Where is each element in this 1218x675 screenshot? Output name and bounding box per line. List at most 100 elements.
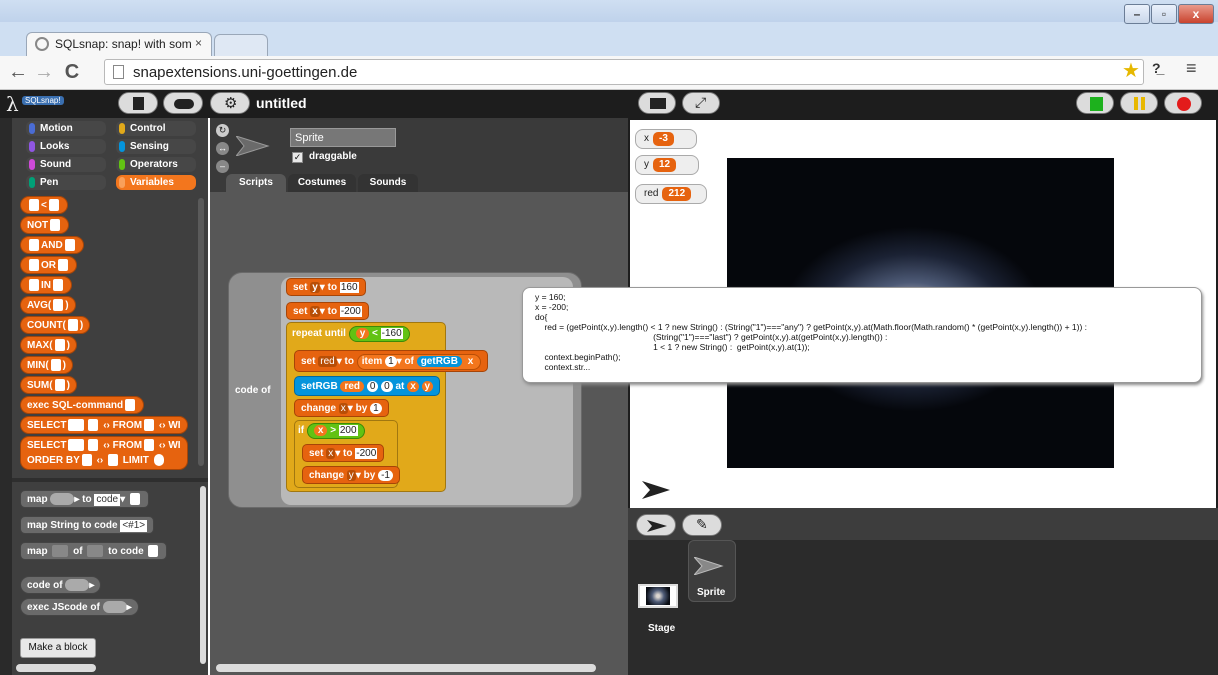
watcher-red[interactable]: red 212: [635, 184, 707, 204]
stage-size-icon: [650, 98, 666, 109]
make-a-block-button[interactable]: Make a block: [20, 638, 96, 658]
palette-block-count[interactable]: COUNT(): [20, 316, 91, 334]
change-x-block[interactable]: change x ▾ by 1: [294, 399, 389, 417]
gear-icon: ⚙: [224, 95, 238, 112]
palette-block-map-string[interactable]: map String to code <#1>: [20, 516, 155, 534]
stage-icon-tile[interactable]: [638, 584, 678, 608]
palette-blocks: < NOT AND OR IN AVG() COUNT() MAX() MIN(…: [12, 192, 208, 482]
palette-block-not[interactable]: NOT: [20, 216, 70, 234]
new-tab-button[interactable]: [214, 34, 268, 56]
watcher-y[interactable]: y 12: [635, 155, 699, 175]
forward-icon[interactable]: →: [32, 60, 56, 84]
extension-icon[interactable]: ?̲: [1152, 60, 1161, 76]
brush-icon: ✎: [696, 516, 708, 532]
palette-lower-scrollbar[interactable]: [200, 486, 206, 664]
lambda-icon: λ: [6, 92, 19, 116]
tab-costumes[interactable]: Costumes: [288, 174, 356, 192]
category-variables[interactable]: Variables: [116, 175, 196, 190]
minimize-button[interactable]: –: [1124, 4, 1150, 24]
stage-tile-label: Stage: [648, 623, 676, 634]
watcher-red-value: 212: [662, 187, 692, 201]
palette-block-max[interactable]: MAX(): [20, 336, 77, 354]
project-menu-button[interactable]: [118, 92, 158, 114]
category-control[interactable]: Control: [116, 121, 196, 136]
palette-block-or[interactable]: OR: [20, 256, 77, 274]
close-button[interactable]: x: [1178, 4, 1214, 24]
category-operators[interactable]: Operators: [116, 157, 196, 172]
sprite-tile-label: Sprite: [697, 587, 726, 598]
bookmark-star-icon[interactable]: ★: [1122, 58, 1140, 83]
script-horizontal-scrollbar[interactable]: [216, 664, 596, 672]
code-tooltip: y = 160; x = -200; do{ red = (getPoint(x…: [522, 287, 1202, 383]
tab-sounds[interactable]: Sounds: [358, 174, 418, 192]
pause-button[interactable]: [1120, 92, 1158, 114]
stop-button[interactable]: [1164, 92, 1202, 114]
category-looks[interactable]: Looks: [26, 139, 106, 154]
palette-block-map[interactable]: map ▸ to code ▾: [20, 490, 149, 508]
repeat-until-header: repeat until y < -160: [292, 326, 410, 342]
settings-button[interactable]: ⚙: [210, 92, 250, 114]
watcher-x-label: x: [644, 133, 649, 144]
category-sensing[interactable]: Sensing: [116, 139, 196, 154]
watcher-x[interactable]: x -3: [635, 129, 697, 149]
rotate-none-icon[interactable]: –: [216, 160, 229, 173]
paint-new-sprite-button[interactable]: ✎: [682, 514, 722, 536]
tab-title: SQLsnap: snap! with some: [55, 37, 191, 51]
sprite-icon-tile[interactable]: Sprite: [688, 540, 736, 602]
cloud-button[interactable]: [163, 92, 203, 114]
sprite-name-field[interactable]: [290, 128, 396, 147]
snap-logo[interactable]: λ SQLsnap!: [4, 92, 96, 116]
green-flag-button[interactable]: [1076, 92, 1114, 114]
palette-block-min[interactable]: MIN(): [20, 356, 74, 374]
set-x-inner-block[interactable]: set x ▾ to -200: [302, 444, 385, 462]
palette-vertical-scrollbar[interactable]: [198, 198, 204, 466]
browser-tab[interactable]: SQLsnap: snap! with some ×: [26, 32, 212, 56]
palette-block-avg[interactable]: AVG(): [20, 296, 76, 314]
set-y-block[interactable]: set y ▾ to 160: [286, 278, 366, 296]
draggable-checkbox[interactable]: ✓: [292, 152, 303, 163]
watcher-y-value: 12: [653, 158, 677, 172]
change-y-block[interactable]: change y ▾ by -1: [302, 466, 400, 484]
palette-block-in[interactable]: IN: [20, 276, 72, 294]
add-turtle-button[interactable]: [636, 514, 676, 536]
palette-block-code-of[interactable]: code of ▸: [20, 576, 102, 594]
draggable-label: draggable: [309, 151, 357, 162]
rotate-lr-icon[interactable]: ↔: [216, 142, 229, 155]
presentation-button[interactable]: ⤢: [682, 92, 720, 114]
url-bar[interactable]: snapextensions.uni-goettingen.de: [104, 59, 1144, 85]
palette-block-select-order[interactable]: SELECT ‹› FROM ‹› WI ORDER BY ‹› LIMIT: [20, 436, 188, 470]
stop-icon: [1177, 97, 1191, 111]
palette-block-select[interactable]: SELECT ‹› FROM ‹› WI: [20, 416, 188, 434]
sprite-arrow-icon[interactable]: [642, 481, 672, 499]
palette-block-and[interactable]: AND: [20, 236, 84, 254]
palette-block-lt[interactable]: <: [20, 196, 68, 214]
set-red-block[interactable]: set red ▾ to item 1 ▾ of getRGB x: [294, 350, 489, 372]
tab-scripts[interactable]: Scripts: [226, 174, 286, 192]
palette-block-exec-js[interactable]: exec JScode of ▸: [20, 598, 139, 616]
normal-stage-button[interactable]: [638, 92, 676, 114]
menu-icon[interactable]: ≡: [1186, 58, 1197, 79]
category-motion[interactable]: Motion: [26, 121, 106, 136]
logo-text: SQLsnap!: [22, 96, 64, 105]
pause-icon: [1134, 97, 1138, 110]
reload-icon[interactable]: C: [60, 60, 84, 84]
page-icon: [113, 65, 124, 79]
palette-block-sum[interactable]: SUM(): [20, 376, 77, 394]
rotate-full-icon[interactable]: ↻: [216, 124, 229, 137]
watcher-x-value: -3: [653, 132, 674, 146]
tab-close-icon[interactable]: ×: [195, 36, 202, 50]
maximize-button[interactable]: ▫: [1151, 4, 1177, 24]
category-pen[interactable]: Pen: [26, 175, 106, 190]
category-sound[interactable]: Sound: [26, 157, 106, 172]
palette-left-strip: [0, 118, 12, 675]
palette-horizontal-scrollbar[interactable]: [16, 664, 96, 672]
chrome-tab-icon: [35, 37, 49, 51]
set-x-block[interactable]: set x ▾ to -200: [286, 302, 369, 320]
palette-block-exec-sql[interactable]: exec SQL-command: [20, 396, 145, 414]
back-icon[interactable]: ←: [6, 60, 30, 84]
palette-block-map-of[interactable]: map of to code: [20, 542, 168, 560]
project-title: untitled: [256, 95, 307, 111]
turtle-icon: [647, 520, 667, 532]
setrgb-block[interactable]: setRGB red 0 0 at x y: [294, 376, 441, 396]
pause-icon-bar: [1141, 97, 1145, 110]
